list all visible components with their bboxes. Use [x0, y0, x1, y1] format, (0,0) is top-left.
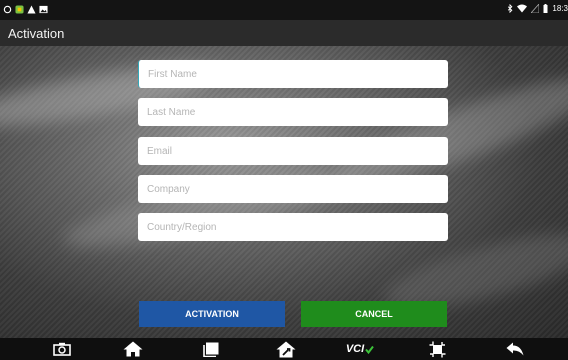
recent-apps-icon [203, 342, 219, 357]
vci-button[interactable]: VCI [340, 340, 380, 358]
warning-icon [27, 5, 36, 14]
back-button[interactable] [503, 340, 527, 358]
status-bar: 18:3 [0, 0, 568, 20]
status-time: 18:3 [552, 4, 568, 13]
cancel-button[interactable]: CANCEL [301, 301, 447, 327]
home-button[interactable] [121, 340, 145, 358]
bluetooth-icon [508, 4, 513, 13]
activation-button[interactable]: ACTIVATION [139, 301, 285, 327]
screenshot-icon [429, 341, 445, 357]
page-title: Activation [8, 26, 65, 41]
screenshot-button[interactable] [425, 340, 449, 358]
status-right-icons: 18:3 [507, 4, 568, 13]
country-region-field[interactable] [138, 213, 448, 241]
company-field[interactable] [138, 175, 448, 203]
app-bar: Activation [0, 20, 568, 46]
vci-label: VCI [345, 343, 365, 355]
status-left-icons [3, 5, 48, 14]
sync-icon [3, 5, 12, 14]
camera-button[interactable] [50, 340, 74, 358]
diagnostics-button[interactable] [274, 340, 298, 358]
image-icon [39, 5, 48, 14]
diagnostics-icon [276, 341, 296, 357]
wifi-icon [517, 4, 528, 13]
camera-icon [53, 342, 71, 356]
back-icon [506, 342, 524, 356]
signal-icon [531, 4, 540, 13]
app-icon [15, 5, 24, 14]
background-streak [58, 155, 362, 262]
email-field[interactable] [138, 137, 448, 165]
first-name-field[interactable] [138, 60, 448, 88]
nav-bar: VCI [0, 338, 568, 360]
home-icon [123, 341, 143, 357]
last-name-field[interactable] [138, 98, 448, 126]
recent-apps-button[interactable] [199, 340, 223, 358]
battery-icon [543, 4, 548, 13]
vci-check-icon [365, 345, 374, 354]
